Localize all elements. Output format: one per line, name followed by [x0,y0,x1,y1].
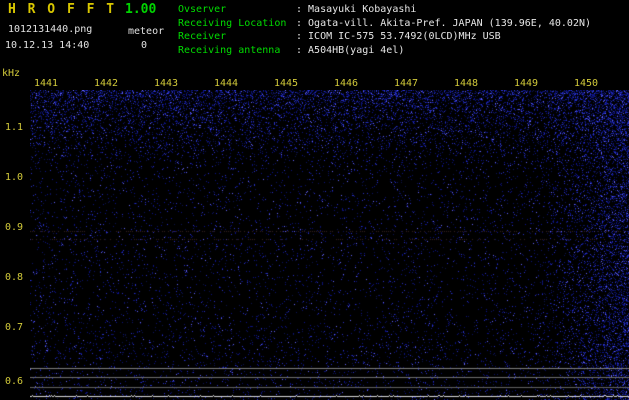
time-tick: 1445 [274,78,299,89]
info-value: : ICOM IC-575 53.7492(0LCD)MHz USB [296,31,501,42]
time-tick: 1446 [334,78,359,89]
time-tick: 1441 [34,78,59,89]
info-label: Receiver [178,31,227,42]
time-tick: 1444 [214,78,239,89]
time-tick: 1449 [514,78,539,89]
app-version: 1.00 [125,2,157,17]
y-tick: 0.9 [5,222,24,233]
info-label: Receiving Location [178,17,287,29]
time-tick: 1448 [454,78,479,89]
info-label: Receiving antenna [178,44,281,56]
station-info: Ovserver : Masayuki Kobayashi Receiving L… [178,3,591,57]
info-row-antenna: Receiving antenna : A504HB(yagi 4el) [178,44,591,58]
hrofft-output-image: H R O F F T 1.00 1012131440.png meteor 1… [0,0,629,400]
time-tick: 1450 [574,78,599,89]
observation-datetime: 10.12.13 14:40 [5,40,90,51]
info-value: : Ogata-vill. Akita-Pref. JAPAN (139.96E… [296,17,592,29]
time-tick: 1447 [394,78,419,89]
info-label: Ovserver [178,4,227,15]
echo-count: 0 [141,40,148,51]
observation-mode-label: meteor [128,26,165,37]
info-row-receiver: Receiver : ICOM IC-575 53.7492(0LCD)MHz U… [178,30,591,44]
y-tick: 1.1 [5,122,24,133]
y-tick: 0.7 [5,322,24,333]
info-row-location: Receiving Location : Ogata-vill. Akita-Pr… [178,17,591,31]
spectrogram-canvas [30,90,629,400]
app-title: H R O F F T [8,2,117,17]
info-row-observer: Ovserver : Masayuki Kobayashi [178,3,591,17]
output-filename: 1012131440.png [8,24,93,35]
time-tick: 1442 [94,78,119,89]
time-tick: 1443 [154,78,179,89]
info-value: : Masayuki Kobayashi [296,4,417,15]
y-tick: 0.8 [5,272,24,283]
info-value: : A504HB(yagi 4el) [296,44,405,56]
y-tick: 0.6 [5,376,24,387]
y-tick: 1.0 [5,172,24,183]
y-axis-unit-label: kHz [2,68,21,79]
